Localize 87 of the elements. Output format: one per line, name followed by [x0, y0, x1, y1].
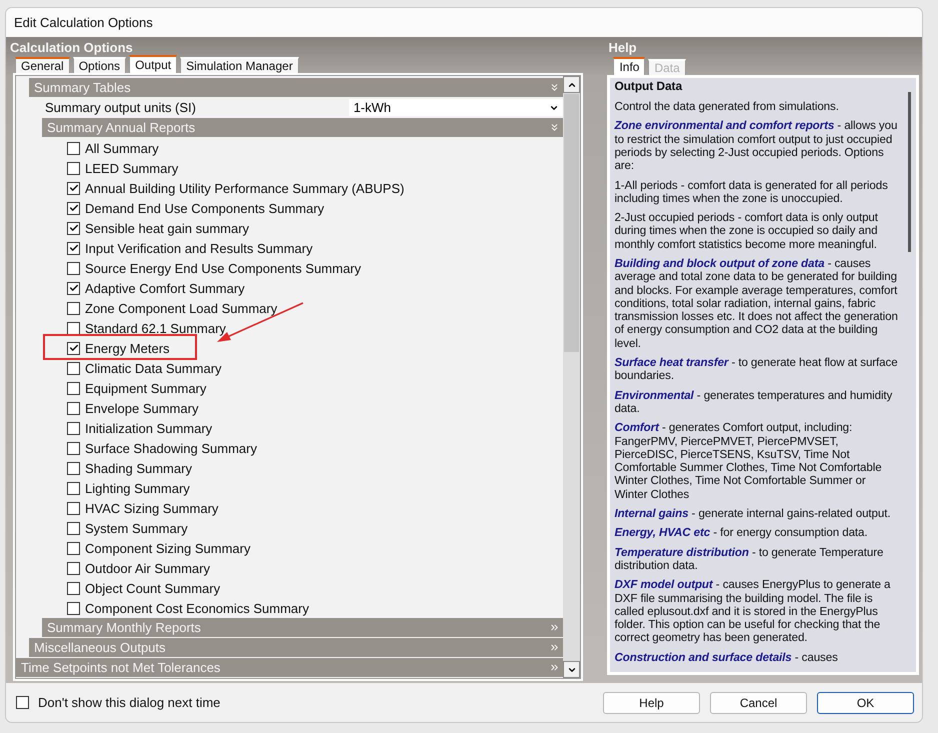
- check-icon: [68, 283, 78, 293]
- checkbox[interactable]: [67, 582, 80, 594]
- checkbox[interactable]: [67, 602, 80, 614]
- option-label: Object Count Summary: [85, 580, 220, 596]
- option-label: Demand End Use Components Summary: [85, 200, 324, 216]
- expand-icon: [549, 122, 560, 133]
- help-paragraph: Building and block output of zone data - causes average and total zone data to be generated for building and blocks. For example average temperatures, comfort conditions, total solar radiation, internal gains, fabric transmission losses etc. It does not affect the generation of energy consumption and CO2 data at the building level.: [614, 256, 899, 350]
- checkbox[interactable]: [67, 322, 80, 334]
- checkbox[interactable]: [67, 202, 80, 214]
- option-label: HVAC Sizing Summary: [85, 500, 218, 516]
- scroll-up-button[interactable]: [563, 76, 580, 93]
- option-label: Surface Shadowing Summary: [85, 440, 257, 456]
- option-label: Adaptive Comfort Summary: [85, 280, 245, 296]
- expand-icon: [549, 82, 560, 93]
- option-label: Zone Component Load Summary: [85, 300, 278, 316]
- tab[interactable]: Simulation Manager: [180, 57, 299, 73]
- field-label: Summary output units (SI): [45, 100, 196, 115]
- tab[interactable]: Info: [613, 56, 646, 75]
- help-paragraph: Internal gains - generate internal gains-related output.: [614, 507, 892, 520]
- option-label: Climatic Data Summary: [85, 360, 222, 376]
- help-paragraph: Control the data generated from simulations.: [614, 100, 840, 114]
- option-label: LEED Summary: [85, 160, 178, 176]
- option-label: Envelope Summary: [85, 400, 198, 416]
- panel-title: Help: [608, 40, 637, 55]
- checkbox[interactable]: [67, 182, 80, 194]
- checkbox[interactable]: [67, 162, 80, 174]
- help-heading: Output Data: [614, 80, 684, 94]
- option-label: Equipment Summary: [85, 380, 206, 396]
- option-label: Input Verification and Results Summary: [85, 240, 313, 256]
- checkbox[interactable]: [67, 402, 80, 414]
- checkbox[interactable]: [67, 142, 80, 154]
- checkbox[interactable]: [67, 342, 80, 354]
- help-paragraph: Environmental - generates temperatures and humidity data.: [614, 388, 894, 416]
- checkbox[interactable]: [67, 302, 80, 314]
- checkbox[interactable]: [67, 242, 80, 254]
- help-paragraph: 2-Just occupied periods - comfort data is only output during times when the zone is occupied so daily and monthly comfort statistics become more meaningful.: [614, 211, 879, 251]
- checkbox[interactable]: [67, 442, 80, 454]
- dialog-button[interactable]: OK: [817, 692, 914, 714]
- option-label: Lighting Summary: [85, 480, 190, 496]
- tab[interactable]: Output: [129, 55, 178, 73]
- option-label: Energy Meters: [85, 340, 170, 356]
- option-label: Outdoor Air Summary: [85, 560, 210, 576]
- option-label: System Summary: [85, 520, 188, 536]
- tab[interactable]: Options: [72, 57, 126, 73]
- tab[interactable]: General: [15, 57, 70, 73]
- check-icon: [68, 343, 78, 353]
- checkbox[interactable]: [67, 362, 80, 374]
- collapse-icon: [549, 622, 560, 633]
- checkbox[interactable]: [67, 382, 80, 394]
- checkbox[interactable]: [16, 696, 29, 709]
- units-dropdown[interactable]: 1-kWh: [349, 99, 564, 116]
- option-label: Standard 62.1 Summary: [85, 320, 226, 336]
- scrollbar[interactable]: [563, 76, 580, 678]
- option-label: Sensible heat gain summary: [85, 220, 250, 236]
- checkbox[interactable]: [67, 262, 80, 274]
- help-paragraph: Comfort - generates Comfort output, including: FangerPMV, PiercePMVET, PiercePMVSET, PierceDISC, PierceTSENS, KsuTSV, Time Not Comfortable Summer Clothes, Time Not Comfortable Winter Clothes, Time Not Comfortable Summer or Winter Clothes: [614, 421, 883, 502]
- option-label: Component Sizing Summary: [85, 540, 250, 556]
- checkbox[interactable]: [67, 422, 80, 434]
- checkbox-label: Don't show this dialog next time: [38, 695, 220, 710]
- option-label: Initialization Summary: [85, 420, 212, 436]
- collapse-icon: [549, 662, 560, 673]
- option-label: Annual Building Utility Performance Summary (ABUPS): [85, 180, 404, 196]
- option-label: Component Cost Economics Summary: [85, 600, 309, 616]
- dialog-button[interactable]: Help: [603, 692, 700, 714]
- checkbox[interactable]: [67, 482, 80, 494]
- help-paragraph: Zone environmental and comfort reports - allows you to restrict the simulation comfort output to just occupied periods by selecting 2-Just occupied periods. Options are:: [614, 119, 898, 172]
- checkbox[interactable]: [67, 282, 80, 294]
- option-label: All Summary: [85, 140, 159, 156]
- collapse-icon: [549, 642, 560, 653]
- help-paragraph: DXF model output - causes EnergyPlus to generate a DXF file summarising the building model. The file is called eplusout.dxf and it is stored in the EnergyPlus folder. This option can be useful for checking that the correct geometry has been generated.: [614, 578, 892, 645]
- checkbox[interactable]: [67, 562, 80, 574]
- option-label: Shading Summary: [85, 460, 192, 476]
- checkbox[interactable]: [67, 542, 80, 554]
- dialog-button[interactable]: Cancel: [710, 692, 807, 714]
- help-paragraph: Energy, HVAC etc - for energy consumption data.: [614, 526, 869, 540]
- window-title: Edit Calculation Options: [14, 15, 153, 30]
- scroll-down-button[interactable]: [563, 661, 580, 678]
- checkbox[interactable]: [67, 462, 80, 474]
- checkbox[interactable]: [67, 222, 80, 234]
- checkbox[interactable]: [67, 502, 80, 514]
- help-paragraph: 1-All periods - comfort data is generated for all periods including times when the zone is unoccupied.: [614, 178, 889, 206]
- checkbox[interactable]: [67, 522, 80, 534]
- help-paragraph: Temperature distribution - to generate Temperature distribution data.: [614, 546, 884, 572]
- help-paragraph: Surface heat transfer - to generate heat flow at surface boundaries.: [614, 356, 899, 383]
- help-paragraph: Construction and surface details - causes: [614, 650, 839, 664]
- option-label: Source Energy End Use Components Summary: [85, 260, 362, 276]
- panel-title: Calculation Options: [10, 40, 133, 55]
